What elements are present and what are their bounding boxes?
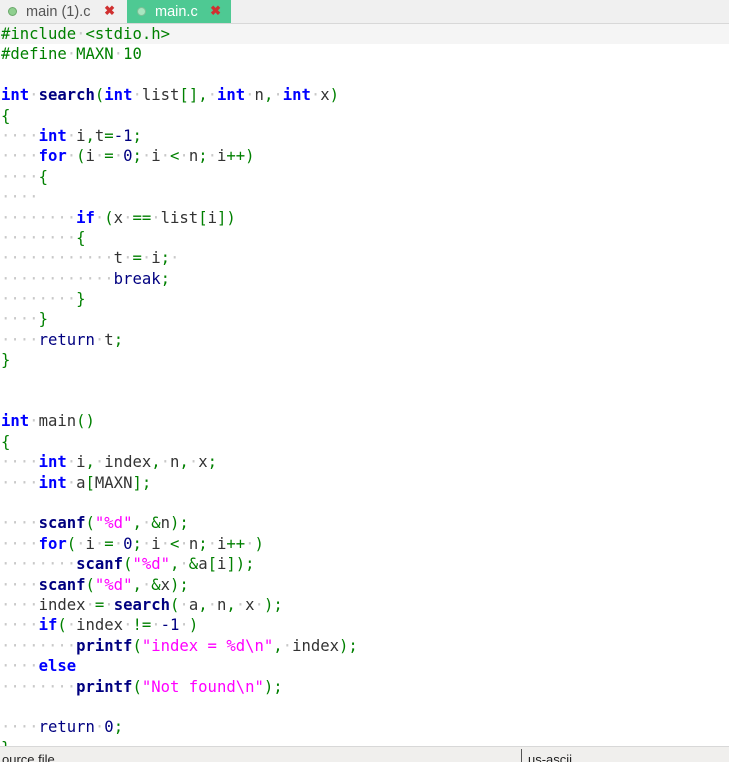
- code-line[interactable]: [0, 371, 729, 391]
- code-line[interactable]: ····if(·index·!=·-1·): [0, 615, 729, 635]
- status-separator: [521, 749, 522, 762]
- code-line[interactable]: [0, 65, 729, 85]
- code-line[interactable]: ····{: [0, 167, 729, 187]
- tab-bar: main (1).c ✖ main.c ✖: [0, 0, 729, 24]
- code-line[interactable]: {: [0, 106, 729, 126]
- code-line[interactable]: ····return·t;: [0, 330, 729, 350]
- code-line[interactable]: ····scanf("%d",·&n);: [0, 513, 729, 533]
- code-line[interactable]: }: [0, 738, 729, 746]
- code-line[interactable]: }: [0, 350, 729, 370]
- code-line[interactable]: [0, 391, 729, 411]
- code-line[interactable]: ····for(·i·=·0;·i·<·n;·i++·): [0, 534, 729, 554]
- file-status-dot-icon: [137, 7, 146, 16]
- code-line[interactable]: int·main(): [0, 411, 729, 431]
- file-status-dot-icon: [8, 7, 17, 16]
- code-line[interactable]: int·search(int·list[],·int·n,·int·x): [0, 85, 729, 105]
- code-line[interactable]: ····int·a[MAXN];: [0, 473, 729, 493]
- code-line[interactable]: {: [0, 432, 729, 452]
- code-line[interactable]: [0, 697, 729, 717]
- tab-main-1-c[interactable]: main (1).c ✖: [0, 0, 125, 23]
- code-line[interactable]: ············t·=·i;·: [0, 248, 729, 268]
- code-line[interactable]: ····for·(i·=·0;·i·<·n;·i++): [0, 146, 729, 166]
- code-line[interactable]: ········{: [0, 228, 729, 248]
- code-line[interactable]: ····else: [0, 656, 729, 676]
- code-line[interactable]: #include·<stdio.h>: [0, 24, 729, 45]
- tab-label: main (1).c: [26, 3, 91, 20]
- code-editor[interactable]: #include·<stdio.h> #define·MAXN·10 int·sea…: [0, 24, 729, 746]
- code-line[interactable]: ····int·i,t=-1;: [0, 126, 729, 146]
- code-line[interactable]: ····: [0, 187, 729, 207]
- code-line[interactable]: ····scanf("%d",·&x);: [0, 575, 729, 595]
- code-line[interactable]: ········if·(x·==·list[i]): [0, 208, 729, 228]
- code-line[interactable]: ····}: [0, 309, 729, 329]
- close-x-icon[interactable]: ✖: [210, 3, 221, 19]
- tab-label: main.c: [155, 3, 198, 20]
- code-line[interactable]: ····int·i,·index,·n,·x;: [0, 452, 729, 472]
- code-line[interactable]: ····index·=·search(·a,·n,·x·);: [0, 595, 729, 615]
- close-x-icon[interactable]: ✖: [104, 3, 115, 19]
- code-line[interactable]: ········}: [0, 289, 729, 309]
- code-line[interactable]: ············break;: [0, 269, 729, 289]
- code-line[interactable]: #define·MAXN·10: [0, 44, 729, 64]
- code-line[interactable]: ····return·0;: [0, 717, 729, 737]
- code-line[interactable]: ········printf("index = %d\n",·index);: [0, 636, 729, 656]
- tab-main-c[interactable]: main.c ✖: [127, 0, 231, 23]
- code-line[interactable]: ········scanf("%d",·&a[i]);: [0, 554, 729, 574]
- status-bar: ource file us-ascii: [0, 746, 729, 762]
- code-line[interactable]: [0, 493, 729, 513]
- code-line[interactable]: ········printf("Not found\n");: [0, 677, 729, 697]
